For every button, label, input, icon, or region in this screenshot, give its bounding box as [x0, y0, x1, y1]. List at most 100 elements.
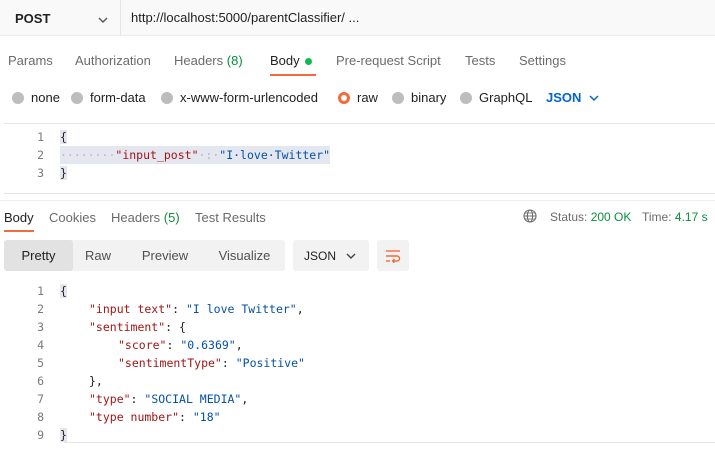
- line-number: 2: [37, 148, 44, 162]
- language-select-label: JSON: [546, 90, 582, 105]
- response-tabs: Body Cookies Headers (5) Test Results St…: [0, 200, 715, 232]
- indent-whitespace: ····: [87, 148, 116, 162]
- wrap-lines-button[interactable]: [377, 240, 409, 271]
- code-line: 1 {: [4, 128, 715, 146]
- code-content: "sentimentType": "Positive": [118, 356, 305, 370]
- response-view-switcher: Pretty Raw Preview Visualize: [4, 240, 285, 271]
- code-line: 2 ········"input_post"·:·"I·love·Twitter…: [4, 146, 715, 164]
- tab-authorization[interactable]: Authorization: [75, 53, 151, 68]
- response-time[interactable]: Time: 4.17 s: [642, 210, 708, 224]
- radio-graphql-label: GraphQL: [479, 90, 533, 105]
- globe-icon[interactable]: [523, 209, 537, 226]
- radio-binary[interactable]: binary: [392, 90, 446, 105]
- close-brace: }: [60, 428, 67, 442]
- code-content: },: [89, 372, 103, 390]
- open-brace: {: [60, 284, 67, 298]
- json-key: "sentimentType": [118, 356, 222, 370]
- tab-cookies[interactable]: Cookies: [49, 210, 96, 225]
- response-format-label: JSON: [304, 248, 337, 263]
- editor-divider: [64, 442, 715, 443]
- code-content: {: [60, 282, 67, 300]
- radio-form-data[interactable]: form-data: [71, 90, 146, 105]
- radio-graphql[interactable]: GraphQL: [460, 90, 532, 105]
- active-response-tab-underline: [4, 230, 34, 232]
- view-pretty[interactable]: Pretty: [4, 240, 73, 271]
- view-visualize[interactable]: Visualize: [207, 240, 282, 271]
- json-value: "18": [192, 410, 221, 424]
- tab-pre-request-script[interactable]: Pre-request Script: [336, 53, 441, 68]
- code-line: 1 {: [4, 282, 715, 300]
- code-line: 8 "type number": "18": [4, 408, 715, 426]
- tab-tests[interactable]: Tests: [465, 53, 495, 68]
- response-body-viewer[interactable]: 1 { 2 "input text": "I love Twitter", 3 …: [4, 282, 715, 444]
- radio-circle: [460, 91, 472, 104]
- code-content: }: [60, 164, 67, 182]
- json-value: "Positive": [235, 356, 305, 370]
- view-raw[interactable]: Raw: [73, 240, 123, 271]
- response-status[interactable]: Status: 200 OK: [550, 210, 631, 224]
- radio-none-label: none: [31, 90, 60, 105]
- code-content: ········"input_post"·:·"I·love·Twitter": [60, 146, 331, 164]
- line-number: 1: [37, 130, 44, 144]
- tab-response-headers-count: (5): [163, 210, 180, 225]
- line-number: 3: [37, 320, 44, 334]
- active-tab-underline: [270, 74, 316, 76]
- line-number: 5: [37, 356, 44, 370]
- radio-none[interactable]: none: [12, 90, 60, 105]
- request-tabs: Params Authorization Headers (8) Body Pr…: [0, 46, 715, 76]
- method-select[interactable]: POST: [0, 0, 121, 36]
- radio-circle: [71, 91, 83, 104]
- view-preview[interactable]: Preview: [128, 240, 202, 271]
- body-active-dot: [305, 58, 312, 65]
- status-label: Status:: [550, 210, 588, 224]
- code-content: "sentiment": {: [89, 320, 186, 334]
- tab-response-body[interactable]: Body: [4, 210, 34, 225]
- tab-settings[interactable]: Settings: [519, 53, 566, 68]
- code-content: "type": "SOCIAL MEDIA",: [89, 392, 249, 406]
- tab-params[interactable]: Params: [8, 53, 53, 68]
- json-value: "I love Twitter": [185, 302, 297, 316]
- radio-circle: [12, 91, 24, 104]
- code-content: "score": "0.6369",: [118, 338, 243, 352]
- radio-circle: [161, 91, 173, 104]
- tab-test-results[interactable]: Test Results: [195, 210, 266, 225]
- request-body-editor[interactable]: 1 { 2 ········"input_post"·:·"I·love·Twi…: [4, 123, 715, 194]
- code-line: 3 "sentiment": {: [4, 318, 715, 336]
- json-key: "type number": [89, 410, 180, 424]
- indent-whitespace: ····: [60, 148, 88, 162]
- tab-headers-label: Headers: [174, 53, 224, 68]
- radio-raw[interactable]: raw: [338, 90, 378, 105]
- code-line: 3 }: [4, 164, 715, 182]
- tab-body[interactable]: Body: [270, 53, 300, 68]
- url-input[interactable]: http://localhost:5000/parentClassifier/ …: [131, 10, 359, 25]
- wrap-lines-icon: [386, 249, 401, 263]
- radio-circle-selected: [338, 91, 350, 104]
- json-value: "SOCIAL MEDIA": [144, 392, 242, 406]
- tab-response-headers-label: Headers: [111, 210, 161, 225]
- radio-urlencoded[interactable]: x-www-form-urlencoded: [161, 90, 318, 105]
- code-content: "input text": "I love Twitter",: [89, 302, 304, 316]
- code-line: 5 "sentimentType": "Positive": [4, 354, 715, 372]
- response-format-select[interactable]: JSON: [293, 240, 369, 271]
- code-content: {: [60, 128, 67, 146]
- line-number: 4: [37, 338, 44, 352]
- tab-headers-count: (8): [226, 53, 243, 68]
- request-url-bar: POST http://localhost:5000/parentClassif…: [0, 0, 715, 36]
- json-open-brace: {: [179, 320, 186, 334]
- code-line: 2 "input text": "I love Twitter",: [4, 300, 715, 318]
- line-number: 7: [37, 392, 44, 406]
- json-key: "sentiment": [89, 320, 166, 334]
- chevron-down-icon: [346, 253, 356, 259]
- radio-form-data-label: form-data: [90, 90, 146, 105]
- radio-circle: [392, 91, 404, 104]
- radio-raw-label: raw: [357, 90, 378, 105]
- method-label: POST: [15, 10, 51, 26]
- open-brace: {: [60, 130, 67, 144]
- json-close-brace: },: [89, 374, 103, 388]
- language-select[interactable]: JSON: [546, 90, 599, 105]
- tab-response-headers[interactable]: Headers (5): [111, 210, 180, 225]
- line-number: 8: [37, 410, 44, 424]
- tab-headers[interactable]: Headers (8): [174, 53, 243, 68]
- line-number: 9: [37, 428, 44, 442]
- json-key: "score": [118, 338, 167, 352]
